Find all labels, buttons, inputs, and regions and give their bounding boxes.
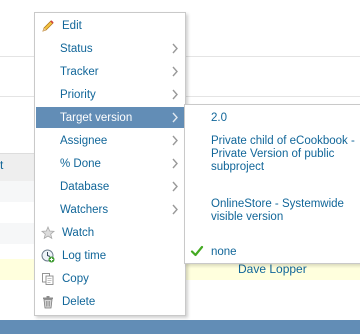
- menu-item-target-version[interactable]: Target version: [36, 107, 184, 128]
- submenu-item-version-2-0[interactable]: 2.0: [211, 112, 359, 125]
- menu-item-log-time[interactable]: Log time: [36, 245, 184, 266]
- menu-item-assignee[interactable]: Assignee: [36, 130, 184, 151]
- menu-item-label: % Done: [60, 157, 101, 170]
- menu-item-edit[interactable]: Edit: [36, 15, 184, 36]
- clock-add-icon: [41, 249, 55, 263]
- menu-item-label: Watch: [62, 226, 95, 239]
- chevron-right-icon: [172, 43, 178, 54]
- chevron-right-icon: [172, 112, 178, 123]
- chevron-right-icon: [172, 181, 178, 192]
- menu-item-status[interactable]: Status: [36, 38, 184, 59]
- context-menu: Edit Status Tracker Priority Target vers…: [34, 12, 186, 316]
- menu-item-done-ratio[interactable]: % Done: [36, 153, 184, 174]
- menu-item-watch[interactable]: Watch: [36, 222, 184, 243]
- menu-item-label: Status: [60, 42, 93, 55]
- chevron-right-icon: [172, 66, 178, 77]
- trash-icon: [41, 295, 55, 309]
- menu-item-label: Assignee: [60, 134, 108, 147]
- menu-item-label: Copy: [62, 272, 89, 285]
- target-version-submenu: 2.0 Private child of eCookbook - Private…: [184, 104, 360, 264]
- menu-item-label: Priority: [60, 88, 96, 101]
- chevron-right-icon: [172, 204, 178, 215]
- menu-item-label: Delete: [62, 295, 96, 308]
- menu-item-delete[interactable]: Delete: [36, 291, 184, 312]
- submenu-item-private-child-version[interactable]: Private child of eCookbook - Private Ver…: [211, 135, 359, 174]
- menu-item-label: Database: [60, 180, 110, 193]
- menu-item-label: Target version: [60, 111, 133, 124]
- submenu-item-onlinestore-version[interactable]: OnlineStore - Systemwide visible version: [211, 198, 359, 224]
- menu-item-label: Tracker: [60, 65, 99, 78]
- star-icon: [41, 225, 55, 240]
- menu-item-priority[interactable]: Priority: [36, 84, 184, 105]
- footer-bar: [0, 320, 360, 334]
- pencil-icon: [41, 19, 55, 33]
- menu-item-database[interactable]: Database: [36, 176, 184, 197]
- menu-item-tracker[interactable]: Tracker: [36, 61, 184, 82]
- submenu-item-none[interactable]: none: [211, 246, 359, 259]
- menu-item-watchers[interactable]: Watchers: [36, 199, 184, 220]
- column-header-fragment[interactable]: t: [0, 158, 3, 172]
- chevron-right-icon: [172, 89, 178, 100]
- menu-item-label: Edit: [62, 19, 82, 32]
- checkmark-icon: [190, 245, 204, 257]
- copy-icon: [41, 272, 55, 286]
- menu-item-label: Log time: [62, 249, 107, 262]
- menu-item-copy[interactable]: Copy: [36, 268, 184, 289]
- chevron-right-icon: [172, 158, 178, 169]
- assignee-link[interactable]: Dave Lopper: [238, 262, 307, 276]
- chevron-right-icon: [172, 135, 178, 146]
- menu-item-label: Watchers: [60, 203, 109, 216]
